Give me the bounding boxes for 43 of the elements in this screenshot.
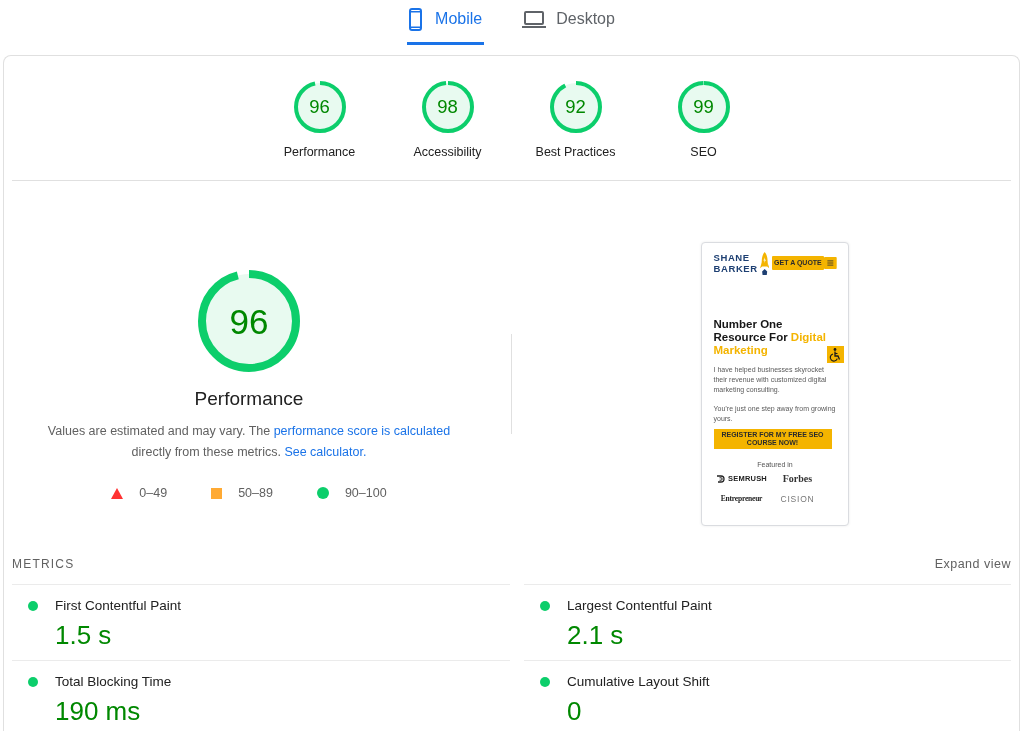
metric-label: Largest Contentful Paint (567, 597, 712, 615)
legend-range: 90–100 (344, 485, 387, 501)
smartphone-icon (409, 7, 423, 31)
score-description: Values are estimated and may vary. The performance score is calculated directly from these metrics. See calculator. (46, 423, 452, 461)
score-gauge (677, 81, 730, 133)
menu-icon[interactable] (823, 256, 837, 270)
text-link[interactable]: performance score is calculated (273, 424, 451, 438)
category-label: Accessibility (413, 145, 482, 160)
logo-text: SHANE (713, 252, 750, 263)
laptop-icon (522, 10, 547, 28)
score-gauge (421, 81, 474, 133)
section-title: METRICS (12, 557, 75, 571)
device-tab[interactable]: Desktop (520, 0, 617, 45)
score-value: 92 (565, 97, 586, 117)
expand-view-button[interactable]: Expand view (934, 557, 1011, 571)
score-value: 96 (309, 97, 330, 117)
wheelchair-icon[interactable] (826, 346, 844, 363)
text-link[interactable]: See calculator. (284, 445, 367, 459)
metric-value: 1.5 s (55, 620, 112, 650)
category-title: Performance (194, 387, 304, 411)
category-label: Best Practices (535, 145, 616, 160)
category-label: Performance (283, 145, 356, 160)
metric-label: First Contentful Paint (55, 597, 182, 615)
brand-mark-icon (716, 475, 727, 483)
rocket-icon (759, 249, 770, 277)
logo-text: BARKER (713, 263, 758, 274)
device-tab[interactable]: Mobile (407, 0, 485, 45)
metric-value: 190 ms (55, 696, 141, 726)
metric-label: Total Blocking Time (55, 673, 172, 691)
metric-value: 2.1 s (567, 620, 624, 650)
score-value: 99 (693, 97, 714, 117)
brand-logo: Forbes (782, 473, 813, 485)
category-label: SEO (690, 145, 717, 160)
score-value: 98 (437, 97, 458, 117)
legend-range: 0–49 (139, 485, 168, 501)
metric-label: Cumulative Layout Shift (567, 673, 710, 691)
score-gauge (293, 81, 346, 133)
hero-heading: Number One Resource For Digital Marketing (713, 318, 827, 357)
legend-range: 50–89 (238, 485, 273, 501)
score-gauge (549, 81, 602, 133)
metric-value: 0 (567, 696, 582, 726)
brand-logo: CISION (780, 493, 815, 505)
score-value: 96 (229, 303, 269, 339)
